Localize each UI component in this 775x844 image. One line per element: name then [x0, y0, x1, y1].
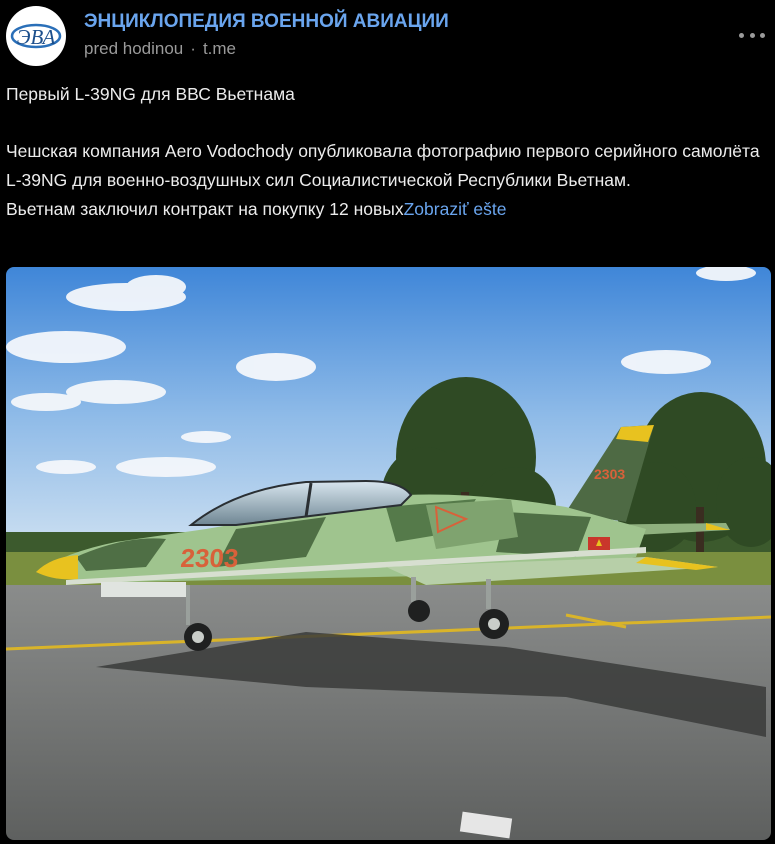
meta-separator: · [190, 39, 196, 58]
post-text: Первый L-39NG для ВВС Вьетнама Чешская к… [6, 80, 771, 224]
fin-number: 2303 [594, 466, 625, 482]
post-title: Первый L-39NG для ВВС Вьетнама [6, 84, 295, 104]
post-time[interactable]: pred hodinou [84, 39, 183, 58]
post-photo[interactable]: 2303 2303 [6, 267, 771, 840]
show-more-link[interactable]: Zobraziť ešte [404, 199, 507, 219]
post-header: ЭВА ЭНЦИКЛОПЕДИЯ ВОЕННОЙ АВИАЦИИ pred ho… [0, 0, 775, 72]
post-source[interactable]: t.me [203, 39, 236, 58]
post-teaser: Вьетнам заключил контракт на покупку 12 … [6, 199, 404, 219]
channel-avatar[interactable]: ЭВА [6, 6, 66, 66]
avatar-logo-text: ЭВА [17, 25, 56, 49]
tail-number: 2303 [180, 543, 240, 573]
post-meta: pred hodinou · t.me [84, 39, 236, 59]
more-options-icon[interactable] [739, 22, 765, 48]
channel-name[interactable]: ЭНЦИКЛОПЕДИЯ ВОЕННОЙ АВИАЦИИ [84, 11, 449, 33]
post-teaser-line: Вьетнам заключил контракт на покупку 12 … [6, 195, 771, 224]
post-body: Чешская компания Aero Vodochody опублико… [6, 141, 760, 190]
